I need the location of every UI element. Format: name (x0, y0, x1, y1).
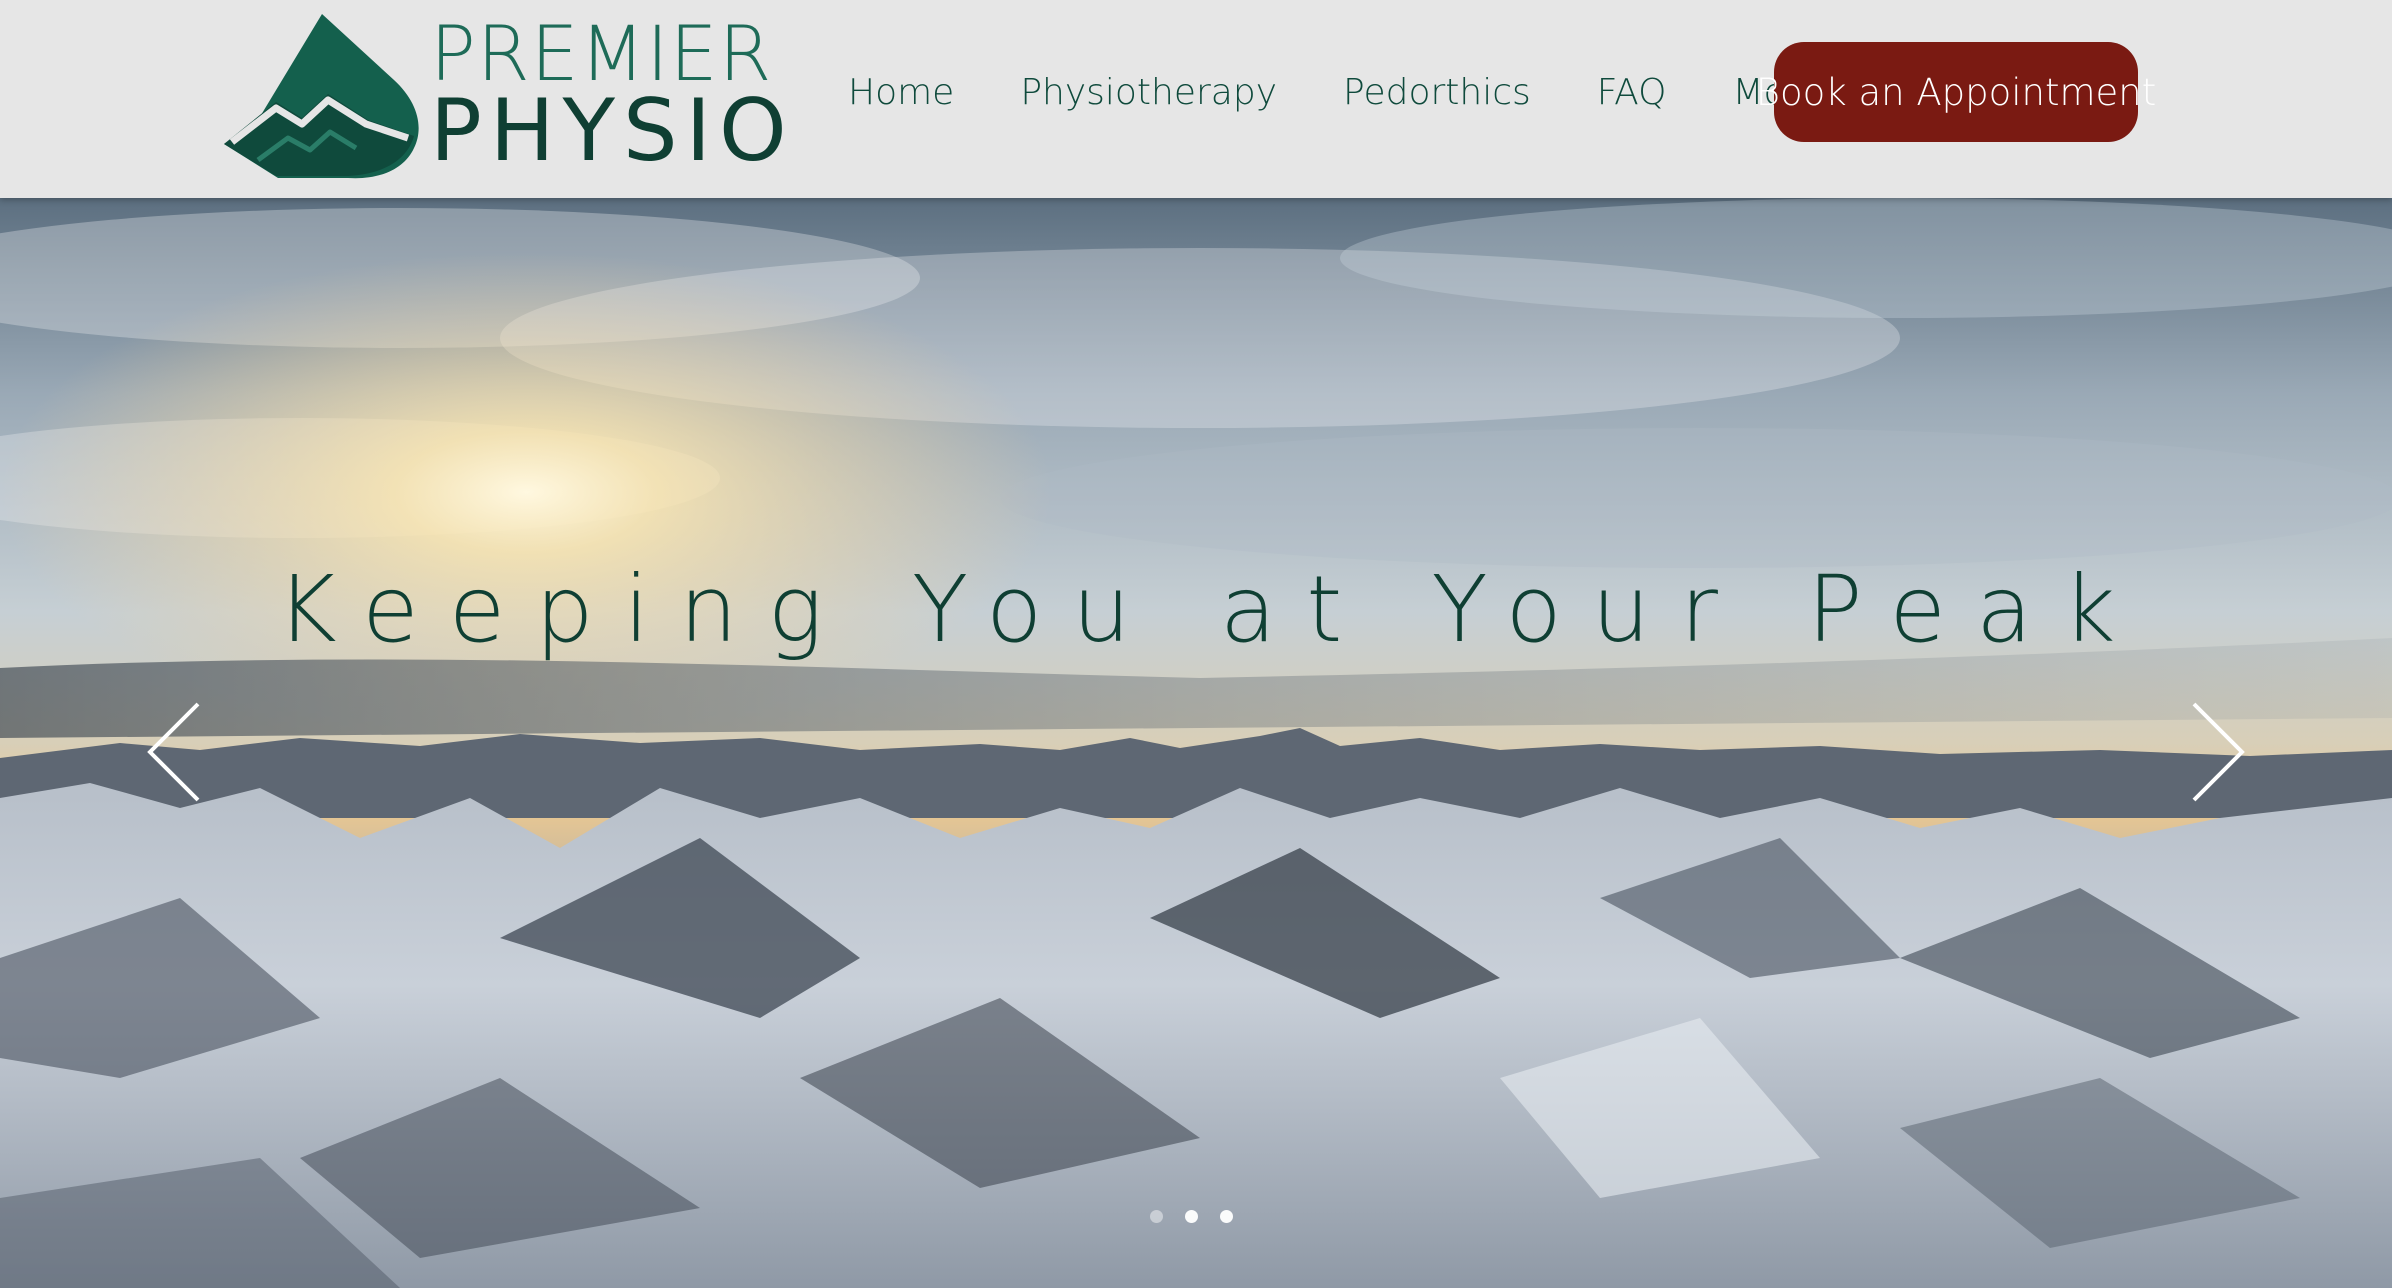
mountain-landscape-image (0, 198, 2392, 1288)
slide-dot-1[interactable] (1150, 1210, 1163, 1223)
site-header: PREMIER PHYSIO Home Physiotherapy Pedort… (0, 0, 2392, 198)
mountain-droplet-logo-icon (224, 14, 419, 179)
chevron-right-icon (2192, 702, 2245, 802)
nav-item-pedorthics[interactable]: Pedorthics (1343, 72, 1531, 113)
hero-slideshow: Keeping You at Your Peak (0, 198, 2392, 1288)
nav-item-faq[interactable]: FAQ (1597, 72, 1667, 113)
page: PREMIER PHYSIO Home Physiotherapy Pedort… (0, 0, 2392, 1288)
logo-wordmark: PREMIER PHYSIO (430, 16, 795, 181)
book-appointment-button[interactable]: Book an Appointment (1756, 42, 2156, 142)
previous-slide-button[interactable] (146, 702, 206, 802)
nav-item-physiotherapy[interactable]: Physiotherapy (1020, 72, 1277, 113)
logo[interactable]: PREMIER PHYSIO (218, 10, 787, 180)
chevron-left-icon (147, 702, 200, 802)
hero-title: Keeping You at Your Peak (276, 556, 2146, 663)
next-slide-button[interactable] (2186, 702, 2246, 802)
nav-item-home[interactable]: Home (848, 72, 954, 113)
slide-indicators (1150, 1210, 1233, 1223)
slide-dot-3[interactable] (1220, 1210, 1233, 1223)
slide-dot-2[interactable] (1185, 1210, 1198, 1223)
main-nav: Home Physiotherapy Pedorthics FAQ More (848, 64, 1888, 120)
logo-line-physio: PHYSIO (430, 81, 795, 181)
